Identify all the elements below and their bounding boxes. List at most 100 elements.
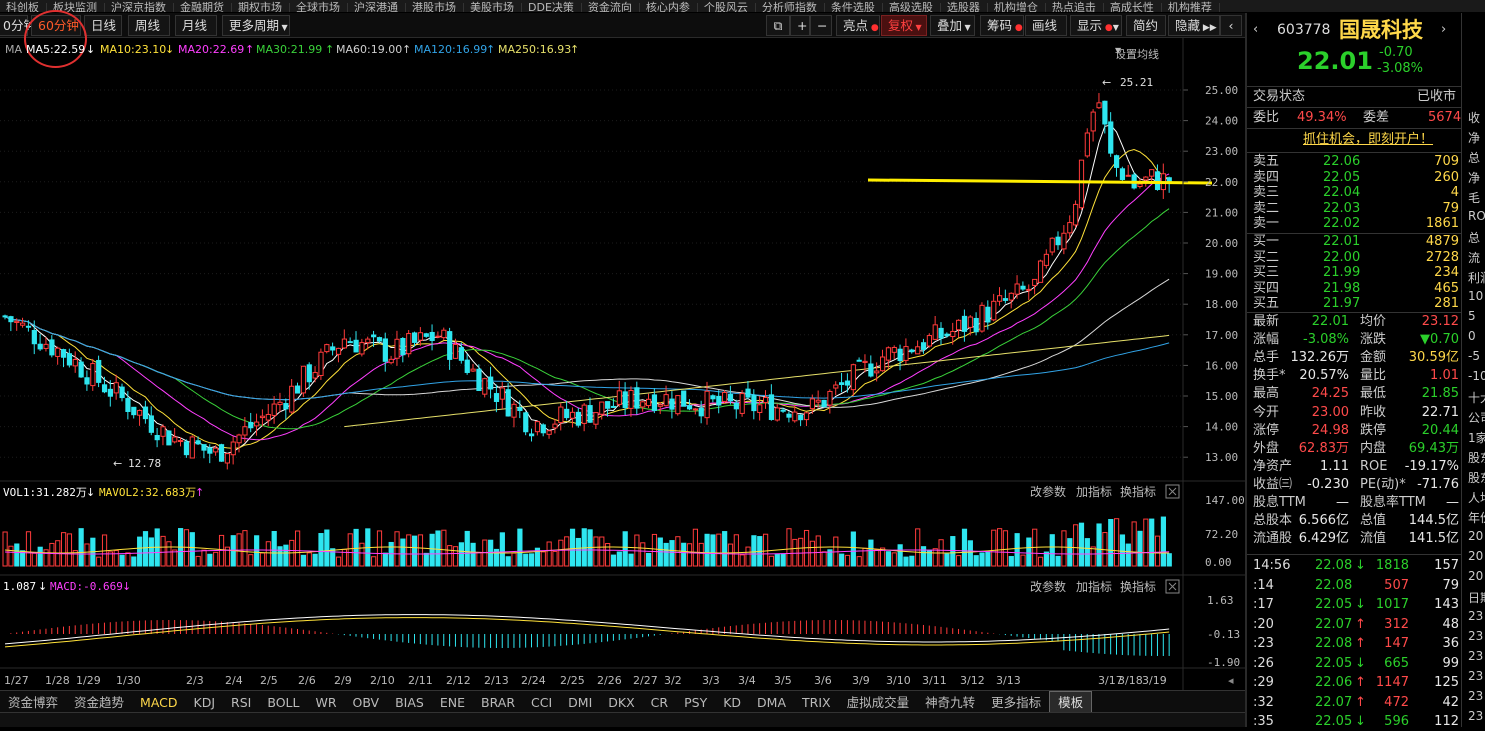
top-menu-item[interactable]: 金融期货: [174, 2, 232, 12]
zoom-in-icon[interactable]: +: [790, 15, 810, 36]
indicator-tab[interactable]: BRAR: [473, 692, 523, 713]
indicator-tab[interactable]: 模板: [1049, 691, 1093, 714]
restore-button[interactable]: 复权 ▼: [881, 15, 927, 36]
top-menu-item[interactable]: 沪深京指数: [105, 2, 174, 12]
macd-edit-params-button[interactable]: 改参数: [1030, 579, 1066, 594]
indicator-tab[interactable]: 资金趋势: [66, 692, 132, 713]
right-strip-label: 总: [1468, 231, 1481, 245]
more-periods-label: 更多周期: [229, 18, 280, 33]
indicator-tab[interactable]: CCI: [523, 692, 560, 713]
period-weekly-button[interactable]: 周线: [128, 15, 170, 36]
top-menu-item[interactable]: 机构增仓: [988, 2, 1046, 12]
indicator-tab[interactable]: RSI: [223, 692, 259, 713]
promo-banner[interactable]: 抓住机会，即刻开户！: [1247, 131, 1461, 149]
display-button[interactable]: 显示 ●▼: [1070, 15, 1122, 36]
indicator-tab[interactable]: PSY: [676, 692, 715, 713]
candle-body: [259, 415, 266, 419]
candle-body: [716, 395, 722, 406]
candle-body: [318, 351, 324, 376]
date-tick-label: 3/6: [814, 674, 832, 687]
stat-value: 6.566亿: [1298, 513, 1349, 529]
top-menu-item[interactable]: 核心内参: [640, 2, 698, 12]
indicator-tab[interactable]: 虚拟成交量: [839, 692, 918, 713]
macd-add-indicator-button[interactable]: 加指标: [1076, 579, 1112, 594]
top-menu-item[interactable]: 美股市场: [464, 2, 522, 12]
top-menu-item[interactable]: 期权市场: [232, 2, 290, 12]
candle-body: [891, 346, 897, 353]
hide-button[interactable]: 隐藏 ▶▶: [1168, 15, 1220, 36]
kline-chart[interactable]: 25.00 24.00 23.00 22.00 21.00 20.00 19.00 18.00…: [0, 38, 1245, 690]
close-icon[interactable]: [1165, 579, 1180, 594]
indicator-tab[interactable]: DMI: [560, 692, 600, 713]
overlay-button[interactable]: 叠加 ▼: [930, 15, 975, 36]
volume-bar: [330, 548, 336, 567]
candle-body: [1102, 100, 1108, 125]
top-menu-item[interactable]: 科创板: [0, 2, 47, 12]
indicator-tab[interactable]: TRIX: [794, 692, 839, 713]
candle-body: [809, 398, 815, 410]
volume-bar: [868, 539, 874, 567]
top-menu-item[interactable]: DDE决策: [522, 2, 582, 12]
right-strip-label: 年份: [1468, 511, 1485, 525]
indicator-tab[interactable]: 资金博弈: [0, 692, 66, 713]
zoom-out-icon[interactable]: −: [810, 15, 832, 36]
top-menu-item[interactable]: 分析师指数: [756, 2, 825, 12]
vol-switch-indicator-button[interactable]: 换指标: [1120, 484, 1156, 499]
left-chevron-icon[interactable]: ‹: [1253, 21, 1258, 38]
indicator-tab[interactable]: 神奇九转: [917, 692, 983, 713]
more-periods-dropdown[interactable]: 更多周期 ▼: [222, 15, 290, 36]
candle-body: [997, 295, 1003, 302]
indicator-tab[interactable]: MACD: [132, 692, 185, 713]
top-menu-item[interactable]: 条件选股: [825, 2, 883, 12]
indicator-tab[interactable]: ENE: [432, 692, 473, 713]
order-volume: 4: [1450, 185, 1459, 200]
volume-bar: [1061, 530, 1067, 567]
indicator-tab[interactable]: WR: [307, 692, 344, 713]
simple-mode-button[interactable]: 简约: [1126, 15, 1166, 36]
vol-add-indicator-button[interactable]: 加指标: [1076, 484, 1112, 499]
indicator-tab[interactable]: DMA: [749, 692, 794, 713]
indicator-tab[interactable]: BIAS: [387, 692, 432, 713]
collapse-panel-icon[interactable]: ‹: [1220, 15, 1242, 36]
scroll-left-icon[interactable]: ◂: [1228, 674, 1234, 687]
promo-link[interactable]: 抓住机会，即刻开户！: [1303, 131, 1433, 148]
indicator-tab[interactable]: 更多指标: [983, 692, 1049, 713]
stat-value: -0.230: [1307, 476, 1349, 492]
top-menu-item[interactable]: 机构推荐: [1162, 2, 1220, 12]
indicator-tabs: 资金博弈 资金趋势 MACD KDJ RSI BOLL WR OBV BIAS ENE BRAR CC…: [0, 690, 1245, 714]
volume-bar: [318, 533, 324, 567]
indicator-tab[interactable]: KD: [715, 692, 749, 713]
period-daily-button[interactable]: 日线: [84, 15, 122, 36]
indicator-tab[interactable]: DKX: [600, 692, 642, 713]
top-menu-item[interactable]: 选股器: [941, 2, 988, 12]
period-monthly-button[interactable]: 月线: [175, 15, 217, 36]
indicator-tab[interactable]: CR: [643, 692, 676, 713]
top-menu-item[interactable]: 板块监测: [47, 2, 105, 12]
period-min-button[interactable]: 0分钟: [0, 15, 36, 36]
top-menu-item[interactable]: 个股风云: [698, 2, 756, 12]
top-menu-item[interactable]: 资金流向: [582, 2, 640, 12]
top-menu-item[interactable]: 高成长性: [1104, 2, 1162, 12]
draw-line-button[interactable]: 画线: [1025, 15, 1067, 36]
vol-edit-params-button[interactable]: 改参数: [1030, 484, 1066, 499]
macd-switch-indicator-button[interactable]: 换指标: [1120, 579, 1156, 594]
candle-body: [224, 453, 231, 464]
indicator-tab[interactable]: OBV: [345, 692, 388, 713]
right-chevron-icon[interactable]: ›: [1441, 21, 1446, 38]
top-menu-item[interactable]: 全球市场: [290, 2, 348, 12]
top-menu-item[interactable]: 沪深港通: [348, 2, 406, 12]
highlight-button[interactable]: 亮点 ●: [836, 15, 880, 36]
indicator-tab[interactable]: KDJ: [186, 692, 224, 713]
weibi-row: 委比 49.34% 委差 5674: [1247, 109, 1461, 127]
top-menu-item[interactable]: 热点追击: [1046, 2, 1104, 12]
close-icon[interactable]: [1165, 484, 1180, 499]
chips-button[interactable]: 筹码 ●: [980, 15, 1024, 36]
top-menu-item[interactable]: 港股市场: [406, 2, 464, 12]
period-60min-button[interactable]: 60分钟: [31, 15, 81, 36]
right-strip-label: 23: [1468, 669, 1484, 683]
volume-bar: [692, 528, 698, 567]
order-volume: 709: [1434, 154, 1459, 169]
indicator-tab[interactable]: BOLL: [259, 692, 307, 713]
fullscreen-icon[interactable]: ⧉: [766, 15, 790, 36]
top-menu-item[interactable]: 高级选股: [883, 2, 941, 12]
